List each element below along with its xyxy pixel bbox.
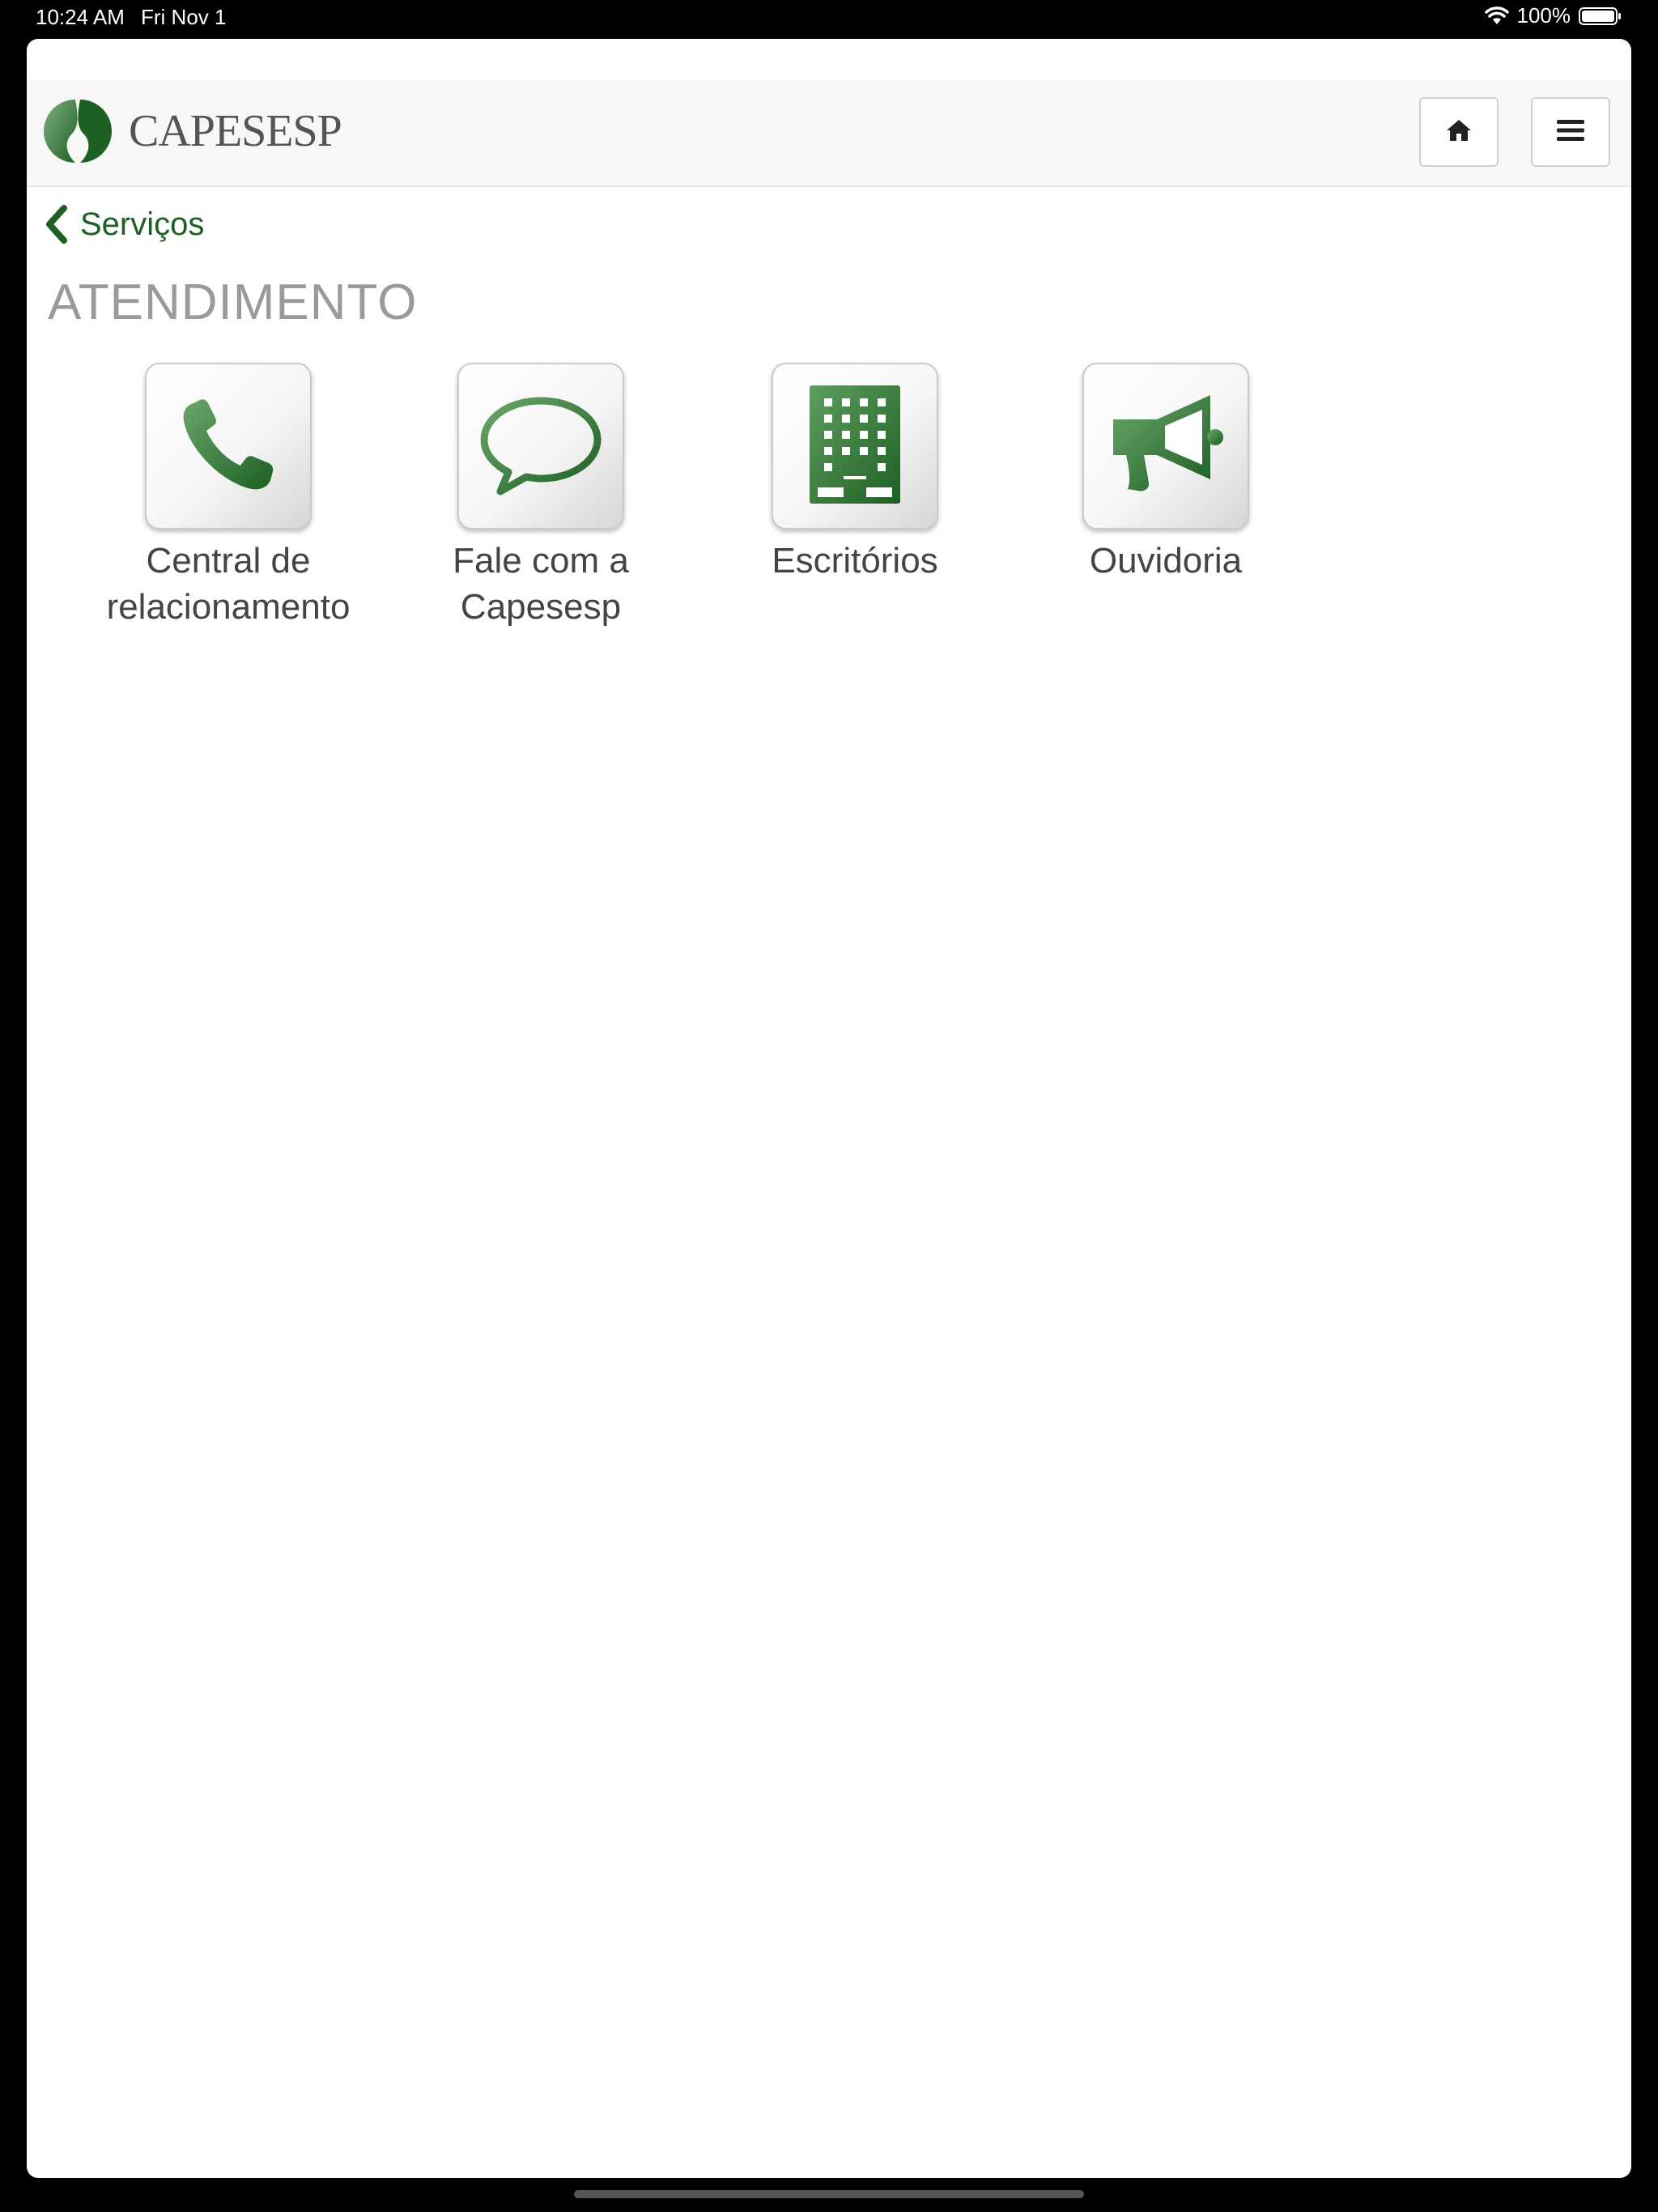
tile-escritorios[interactable]: Escritórios — [721, 363, 988, 584]
megaphone-icon — [1105, 392, 1226, 501]
tile-label: Fale com a Capesesp — [407, 538, 674, 630]
home-button[interactable] — [1419, 97, 1499, 167]
battery-icon — [1579, 6, 1622, 26]
tile-label-line2: Capesesp — [460, 587, 622, 627]
tile-label-line2: relacionamento — [106, 587, 351, 627]
building-icon — [806, 384, 903, 509]
tile-icon-box — [457, 363, 624, 530]
tile-label-line1: Ouvidoria — [1089, 541, 1243, 581]
tile-label: Ouvidoria — [1032, 538, 1299, 584]
status-time: 10:24 AM — [36, 5, 125, 29]
status-date: Fri Nov 1 — [141, 5, 227, 29]
status-bar: 10:24 AM Fri Nov 1 100% — [0, 0, 1658, 39]
app-sheet: CAPESESP Serviços ATENDIMENTO Central de… — [27, 39, 1631, 2178]
brand-logo[interactable]: CAPESESP — [43, 96, 342, 166]
capesesp-logo-icon — [43, 96, 113, 166]
tile-label: Central de relacionamento — [95, 538, 362, 630]
tile-central-de-relacionamento[interactable]: Central de relacionamento — [95, 363, 362, 630]
chevron-left-icon — [45, 205, 80, 244]
tile-label-line1: Escritórios — [772, 541, 938, 581]
tile-label: Escritórios — [721, 538, 988, 584]
home-icon — [1445, 118, 1473, 147]
speech-bubble-icon — [476, 388, 606, 505]
home-indicator[interactable] — [574, 2190, 1084, 2198]
tile-ouvidoria[interactable]: Ouvidoria — [1032, 363, 1299, 584]
tile-icon-box — [1082, 363, 1249, 530]
tile-label-line1: Central de — [146, 541, 311, 581]
wifi-icon — [1484, 6, 1509, 26]
brand-name: CAPESESP — [129, 106, 342, 156]
page-title: ATENDIMENTO — [48, 274, 418, 330]
tile-icon-box — [772, 363, 938, 530]
tile-fale-com-a-capesesp[interactable]: Fale com a Capesesp — [407, 363, 674, 630]
status-indicators: 100% — [1484, 3, 1623, 28]
menu-button[interactable] — [1531, 97, 1610, 167]
hamburger-menu-icon — [1557, 119, 1584, 146]
back-link-servicos[interactable]: Serviços — [45, 205, 204, 244]
back-link-label: Serviços — [80, 206, 205, 242]
battery-percentage: 100% — [1516, 3, 1571, 28]
tile-label-line1: Fale com a — [453, 541, 629, 581]
phone-icon — [176, 392, 281, 501]
tile-icon-box — [145, 363, 312, 530]
app-header: CAPESESP — [27, 80, 1631, 187]
